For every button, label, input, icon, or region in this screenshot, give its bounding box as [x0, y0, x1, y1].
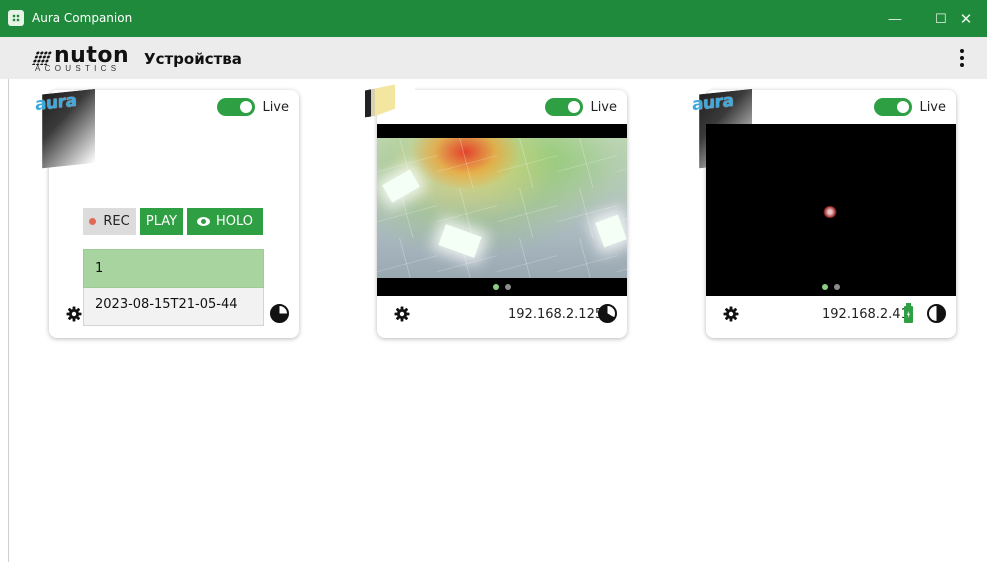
carousel-dots[interactable] — [822, 284, 840, 290]
close-button[interactable]: ✕ — [943, 0, 987, 37]
thermal-camera-image — [377, 138, 627, 278]
logo-subtitle: ACOUSTICS — [35, 64, 121, 73]
holo-button[interactable]: HOLO — [187, 208, 263, 235]
recording-controls: REC PLAY HOLO — [83, 208, 263, 235]
device-ip: 192.168.2.125 — [508, 307, 604, 322]
window-titlebar: Aura Companion — ☐ ✕ — [0, 0, 987, 37]
pie-half-icon — [927, 304, 946, 323]
play-button[interactable]: PLAY — [140, 208, 183, 235]
pie-three-quarter-icon — [270, 304, 289, 323]
content-left-border — [8, 79, 9, 562]
app-icon — [8, 10, 24, 26]
logo-dots-icon — [31, 51, 53, 65]
live-toggle-group: Live — [874, 98, 946, 116]
app-header: nuton ACOUSTICS Устройства — [0, 37, 987, 79]
device-ip: 192.168.2.41 — [822, 307, 909, 322]
eye-icon — [196, 217, 210, 226]
recordings-list: 1 2023-08-15T21-05-44 — [83, 249, 264, 326]
kebab-menu-icon[interactable] — [952, 47, 972, 69]
aura-device-badge: aura — [35, 89, 95, 169]
live-label: Live — [262, 99, 289, 115]
minimize-button[interactable]: — — [872, 0, 918, 37]
live-label: Live — [590, 99, 617, 115]
nuton-logo: nuton ACOUSTICS — [31, 43, 134, 73]
gear-icon[interactable] — [723, 306, 739, 322]
camera-thumbnail-icon — [365, 80, 415, 117]
device-card-3[interactable]: aura Live 192.168.2.41 — [692, 90, 956, 338]
live-toggle[interactable] — [874, 98, 913, 116]
record-dot-icon — [89, 218, 97, 225]
device-card-2[interactable]: Live 192.168.2.125 — [377, 90, 627, 338]
device-card-1[interactable]: aura Live REC PLAY HOLO 1 2023-08-15T21-… — [35, 90, 299, 338]
sound-source-marker — [823, 206, 837, 218]
window-title: Aura Companion — [32, 11, 133, 25]
rec-button[interactable]: REC — [83, 208, 136, 235]
gear-icon[interactable] — [394, 306, 410, 322]
video-preview[interactable] — [706, 124, 956, 296]
live-toggle[interactable] — [217, 98, 256, 116]
live-toggle[interactable] — [545, 98, 584, 116]
live-label: Live — [919, 99, 946, 115]
video-preview[interactable] — [377, 124, 627, 296]
page-title: Устройства — [144, 50, 242, 68]
carousel-dots[interactable] — [493, 284, 511, 290]
list-item[interactable]: 2023-08-15T21-05-44 — [83, 288, 264, 326]
gear-icon[interactable] — [66, 306, 82, 322]
live-toggle-group: Live — [545, 98, 617, 116]
list-item[interactable]: 1 — [83, 249, 264, 288]
battery-charging-icon — [904, 303, 913, 323]
live-toggle-group: Live — [217, 98, 289, 116]
pie-one-third-icon — [598, 304, 617, 323]
